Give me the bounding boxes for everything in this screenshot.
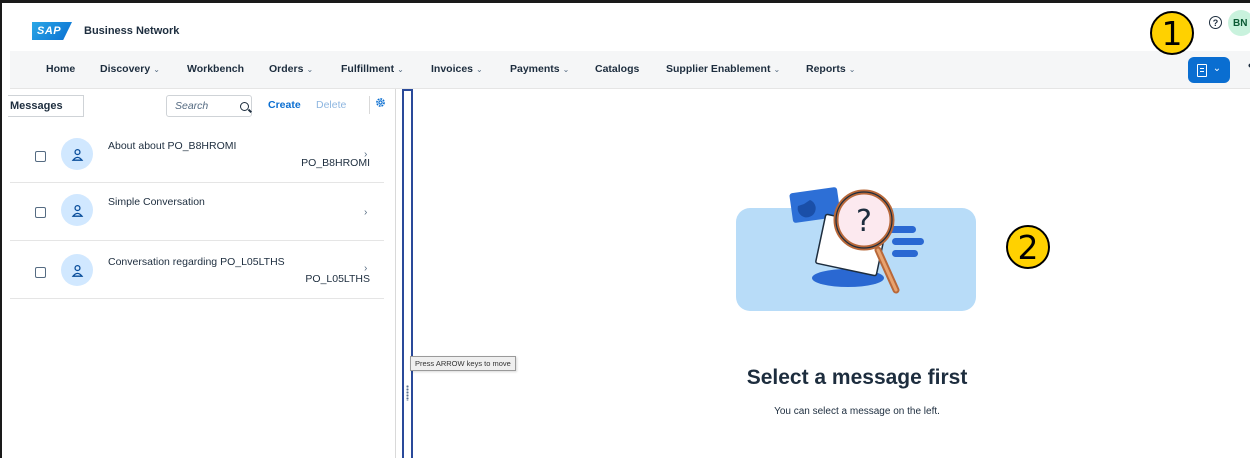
message-checkbox[interactable] <box>35 207 46 218</box>
nav-item-catalogs[interactable]: Catalogs <box>595 63 639 75</box>
document-actions-button[interactable]: ⌄ <box>1188 57 1230 83</box>
nav-item-fulfillment[interactable]: Fulfillment ⌄ <box>341 63 404 75</box>
message-list: About about PO_B8HROMI PO_B8HROMI › Simp… <box>10 125 384 299</box>
chevron-down-icon: ⌄ <box>848 65 856 74</box>
nav-item-orders[interactable]: Orders ⌄ <box>269 63 313 75</box>
nav-item-reports[interactable]: Reports ⌄ <box>806 63 855 75</box>
person-icon <box>61 138 93 170</box>
chevron-down-icon: ⌄ <box>562 65 570 74</box>
message-reference: PO_B8HROMI <box>301 157 370 169</box>
nav-item-workbench[interactable]: Workbench <box>187 63 244 75</box>
empty-state-illustration: ? <box>736 178 976 313</box>
search-icon[interactable] <box>240 101 249 111</box>
message-reference: PO_L05LTHS <box>305 273 370 285</box>
message-checkbox[interactable] <box>35 267 46 278</box>
settings-gear-icon[interactable] <box>369 96 387 114</box>
shell-bar: SAP Business Network <box>10 11 1250 51</box>
nav-item-discovery[interactable]: Discovery ⌄ <box>100 63 160 75</box>
empty-state-description: You can select a message on the left. <box>774 406 940 417</box>
messages-panel: Messages Create Delete About about PO_B8… <box>8 89 396 458</box>
nav-item-home[interactable]: Home <box>46 63 75 75</box>
message-list-item[interactable]: About about PO_B8HROMI PO_B8HROMI › <box>10 125 384 183</box>
user-avatar[interactable]: BN <box>1228 10 1250 36</box>
chevron-down-icon: ⌄ <box>773 65 781 74</box>
annotation-callout-1: 1 <box>1150 11 1194 55</box>
chevron-right-icon[interactable]: › <box>364 149 367 160</box>
app-window: SAP Business Network ? BN Home Discovery… <box>0 0 1250 458</box>
message-title: About about PO_B8HROMI <box>108 140 237 152</box>
annotation-callout-2: 2 <box>1006 225 1050 269</box>
message-title: Conversation regarding PO_L05LTHS <box>108 256 285 268</box>
message-list-item[interactable]: Simple Conversation › <box>10 183 384 241</box>
top-navigation: Home Discovery ⌄ Workbench Orders ⌄ Fulfil… <box>10 51 1250 89</box>
document-add-icon <box>1196 63 1207 77</box>
search-field[interactable] <box>166 95 252 117</box>
person-icon <box>61 254 93 286</box>
delete-button[interactable]: Delete <box>316 99 346 111</box>
chevron-down-icon: ⌄ <box>476 65 483 74</box>
search-input[interactable] <box>175 100 237 112</box>
sap-logo[interactable]: SAP <box>32 22 72 40</box>
nav-item-supplier-enablement[interactable]: Supplier Enablement ⌄ <box>666 63 780 75</box>
splitter-grip-icon[interactable] <box>406 385 409 401</box>
create-button[interactable]: Create <box>268 99 301 111</box>
nav-item-invoices[interactable]: Invoices ⌄ <box>431 63 483 75</box>
message-list-item[interactable]: Conversation regarding PO_L05LTHS PO_L05… <box>10 241 384 299</box>
chevron-down-icon: ⌄ <box>306 65 314 74</box>
messages-toolbar: Messages Create Delete <box>8 95 396 119</box>
chevron-down-icon: ⌄ <box>397 65 404 74</box>
panel-splitter[interactable] <box>402 89 413 458</box>
message-title: Simple Conversation <box>108 196 205 208</box>
panel-title: Messages <box>8 95 84 117</box>
nav-item-payments[interactable]: Payments ⌄ <box>510 63 569 75</box>
chevron-right-icon[interactable]: › <box>364 263 367 274</box>
empty-state-title: Select a message first <box>746 366 968 389</box>
person-icon <box>61 194 93 226</box>
chevron-down-icon: ⌄ <box>153 65 160 74</box>
product-name: Business Network <box>84 25 180 37</box>
message-checkbox[interactable] <box>35 151 46 162</box>
chevron-down-icon: ⌄ <box>1212 62 1222 74</box>
question-mark-icon: ? <box>856 204 872 239</box>
chevron-right-icon[interactable]: › <box>364 207 367 218</box>
help-icon[interactable]: ? <box>1209 16 1222 29</box>
splitter-tooltip: Press ARROW keys to move <box>410 356 516 371</box>
